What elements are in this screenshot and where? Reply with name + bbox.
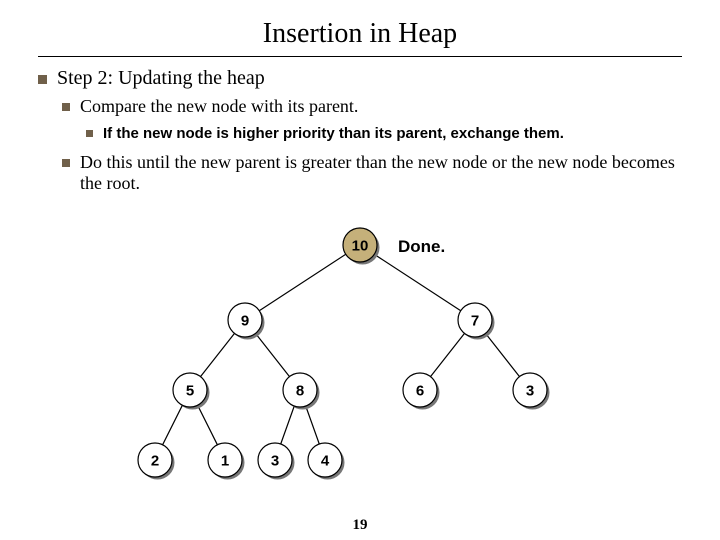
tree-node: 8 (283, 373, 320, 410)
tree-node: 4 (308, 443, 345, 480)
tree-edge (198, 405, 218, 445)
tree-edge (431, 333, 465, 376)
heap-tree-diagram: 10 9 7 5 8 6 3 2 1 3 4 (0, 215, 720, 515)
tree-node: 3 (513, 373, 550, 410)
bullet-icon (38, 75, 47, 84)
bullet-icon (62, 103, 70, 111)
slide-title: Insertion in Heap (38, 18, 682, 50)
bullet-level1: Step 2: Updating the heap (38, 67, 682, 90)
slide: Insertion in Heap Step 2: Updating the h… (0, 0, 720, 540)
tree-node-label: 4 (321, 453, 330, 470)
tree-node-label: 8 (296, 383, 304, 400)
tree-edge (256, 333, 290, 376)
tree-edge (374, 254, 461, 310)
tree-edge (281, 406, 295, 444)
tree-edge (306, 406, 320, 444)
bullet-l1-text: Step 2: Updating the heap (57, 67, 265, 90)
tree-node-label: 1 (221, 453, 229, 470)
bullet-level2-a: Compare the new node with its parent. (62, 96, 682, 117)
bullet-l2b-text: Do this until the new parent is greater … (80, 152, 682, 194)
tree-edge (201, 333, 235, 376)
annotation-done: Done. (398, 237, 445, 257)
bullet-l3-text: If the new node is higher priority than … (103, 125, 564, 142)
bullet-level3: If the new node is higher priority than … (86, 125, 682, 142)
tree-node-label: 2 (151, 453, 159, 470)
tree-node: 3 (258, 443, 295, 480)
tree-node: 5 (173, 373, 210, 410)
tree-edge (486, 333, 520, 376)
bullet-level2-b: Do this until the new parent is greater … (62, 152, 682, 194)
tree-node: 2 (138, 443, 175, 480)
tree-node-label: 5 (186, 383, 194, 400)
tree-node: 1 (208, 443, 245, 480)
tree-node-label: 6 (416, 383, 424, 400)
bullet-icon (62, 159, 70, 167)
tree-node-label: 10 (352, 238, 369, 255)
tree-node: 10 (343, 228, 380, 265)
tree-node-label: 7 (471, 313, 479, 330)
tree-node-label: 3 (271, 453, 279, 470)
page-number: 19 (0, 517, 720, 534)
title-rule (38, 56, 682, 57)
bullet-icon (86, 130, 93, 137)
tree-node-label: 9 (241, 313, 249, 330)
tree-node: 6 (403, 373, 440, 410)
tree-node-label: 3 (526, 383, 534, 400)
tree-edge (259, 254, 346, 310)
bullet-l2a-text: Compare the new node with its parent. (80, 96, 358, 117)
tree-edge (163, 405, 183, 445)
